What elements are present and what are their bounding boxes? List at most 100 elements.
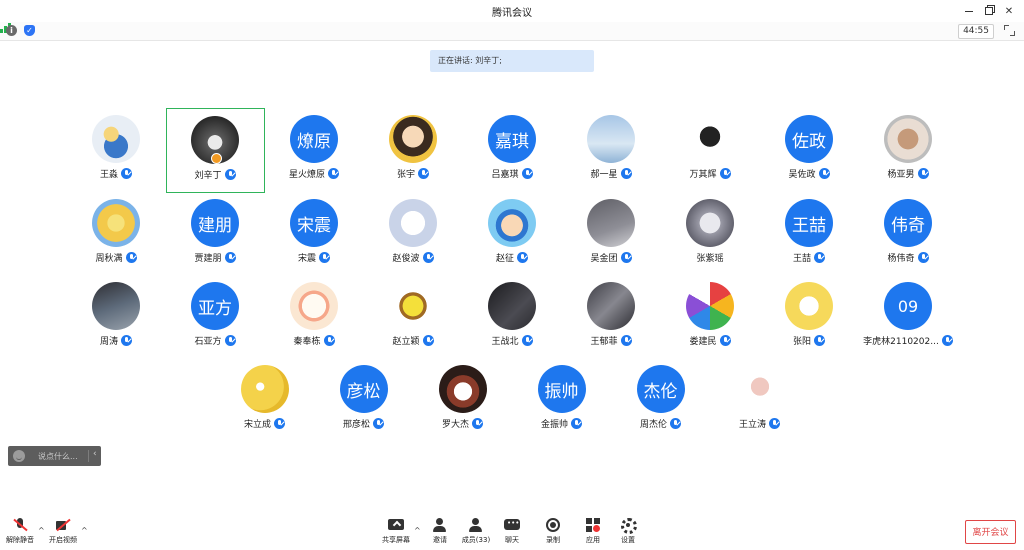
members-button[interactable]: 成员(33) [456, 518, 496, 548]
chat-quick-input[interactable]: 说点什么... ‹ [8, 446, 101, 466]
participant-tile[interactable]: 佐政 吴佐政 [760, 108, 859, 193]
participant-tile[interactable]: 彦松 邢彦松 [314, 358, 413, 443]
avatar: 嘉琪 [488, 115, 536, 163]
participant-tile[interactable]: 赵征 [463, 192, 562, 277]
participant-name: 张阳 [792, 337, 811, 347]
participant-tile[interactable]: 赵俊波 [364, 192, 463, 277]
participant-tile[interactable]: 振帅 金振帅 [512, 358, 611, 443]
avatar: 杰伦 [636, 365, 685, 413]
settings-button[interactable]: 设置 [608, 518, 648, 548]
participant-name: 金振帅 [540, 420, 568, 430]
participant-name: 王郁菲 [590, 337, 618, 347]
participant-tile[interactable]: 宋震 宋震 [265, 192, 364, 277]
participant-tile[interactable]: 王立涛 [710, 358, 809, 443]
invite-button[interactable]: 邀请 [420, 518, 460, 548]
participant-tile[interactable]: 杰伦 周杰伦 [611, 358, 710, 443]
participant-name: 王立涛 [738, 420, 766, 430]
participant-tile[interactable]: 王淼 [67, 108, 166, 193]
participant-tile[interactable]: 张阳 [760, 275, 859, 360]
participant-tile[interactable]: 娄建民 [661, 275, 760, 360]
participant-name: 刘辛丁 [194, 171, 222, 181]
chat-button[interactable]: 聊天 [492, 518, 532, 548]
leave-meeting-button[interactable]: 离开会议 [965, 520, 1016, 544]
participant-name: 周秋满 [95, 254, 123, 264]
participant-tile[interactable]: 万其辉 [661, 108, 760, 193]
participant-tile[interactable]: 宋立成 [215, 358, 314, 443]
participant-tile[interactable]: 亚方 石亚方 [166, 275, 265, 360]
participant-tile[interactable]: 09 李虎林2110202... [859, 275, 958, 360]
participant-name: 星火燎原 [288, 170, 325, 180]
microphone-icon [422, 252, 434, 263]
microphone-icon [472, 418, 483, 429]
participant-tile[interactable]: 郝一星 [562, 108, 661, 193]
avatar [884, 115, 932, 163]
chevron-left-icon[interactable]: ‹ [93, 449, 97, 459]
participant-tile[interactable]: 周秋满 [67, 192, 166, 277]
speaking-name: 刘辛丁; [475, 56, 502, 65]
participant-tile[interactable]: 燎原 星火燎原 [265, 108, 364, 193]
minimize-icon[interactable] [960, 2, 978, 20]
microphone-icon [941, 335, 953, 346]
divider [88, 450, 89, 462]
participant-tile[interactable]: 张紫瑶 [661, 192, 760, 277]
avatar [785, 282, 833, 330]
participant-tile[interactable]: 伟奇 杨伟奇 [859, 192, 958, 277]
settings-label: 设置 [621, 536, 635, 544]
start-video-button[interactable]: 开启视频 [43, 518, 83, 548]
participant-tile[interactable]: 秦奉栋 [265, 275, 364, 360]
avatar: 彦松 [339, 365, 388, 413]
apps-button[interactable]: 应用 [573, 518, 613, 548]
participant-tile[interactable]: 王喆 王喆 [760, 192, 859, 277]
bottom-toolbar: 解除静音 ^ 开启视频 ^ 共享屏幕 ^ 邀请 成员(33) 聊天 录制 应用 … [0, 512, 1024, 550]
microphone-icon [418, 168, 429, 179]
participant-tile[interactable]: 罗大杰 [413, 358, 512, 443]
record-button[interactable]: 录制 [533, 518, 573, 548]
share-screen-button[interactable]: 共享屏幕 [376, 518, 416, 548]
start-video-label: 开启视频 [49, 536, 77, 544]
participant-name: 万其辉 [689, 170, 717, 180]
microphone-icon [620, 335, 632, 346]
participant-name: 郝一星 [590, 170, 618, 180]
title-bar: 腾讯会议 ✕ [0, 0, 1024, 22]
participant-tile[interactable]: 王郁菲 [562, 275, 661, 360]
participant-tile[interactable]: 杨亚男 [859, 108, 958, 193]
window-title: 腾讯会议 [492, 8, 532, 19]
microphone-icon [422, 335, 434, 346]
participant-tile[interactable]: 张宇 [364, 108, 463, 193]
participant-name: 赵征 [495, 254, 514, 264]
avatar [438, 365, 487, 413]
participant-name: 宋震 [297, 254, 316, 264]
participant-row: 周秋满 建朋 贾建朋 宋震 宋震 赵俊波 赵征 吴金团 张紫瑶 王喆 王喆 伟奇… [0, 192, 1024, 277]
emoji-icon[interactable] [13, 450, 25, 462]
participant-tile[interactable]: 王战北 [463, 275, 562, 360]
chat-icon [504, 518, 520, 533]
participant-name: 李虎林2110202... [863, 337, 939, 347]
participant-tile[interactable]: 吴金团 [562, 192, 661, 277]
microphone-icon [521, 168, 533, 179]
maximize-icon[interactable] [980, 2, 998, 20]
avatar [686, 115, 734, 163]
participant-name: 张宇 [396, 170, 415, 180]
avatar [686, 199, 734, 247]
participant-tile[interactable]: 周涛 [67, 275, 166, 360]
shield-icon[interactable]: ✓ [24, 25, 35, 36]
microphone-muted-icon [12, 518, 28, 533]
participant-tile[interactable]: 赵立颖 [364, 275, 463, 360]
record-icon [545, 518, 561, 533]
unmute-button[interactable]: 解除静音 [0, 518, 40, 548]
microphone-icon [814, 252, 825, 263]
participant-tile[interactable]: 嘉琪 吕嘉琪 [463, 108, 562, 193]
avatar [587, 282, 635, 330]
microphone-icon [121, 335, 132, 346]
close-icon[interactable]: ✕ [1000, 2, 1018, 20]
info-icon[interactable]: i [6, 25, 17, 36]
camera-off-icon [55, 518, 71, 533]
participant-tile[interactable]: 建朋 贾建朋 [166, 192, 265, 277]
fullscreen-icon[interactable] [1003, 24, 1016, 37]
microphone-icon [121, 168, 132, 179]
microphone-icon [917, 168, 929, 179]
participant-tile-active-speaker[interactable]: 刘辛丁 [165, 108, 265, 193]
avatar: 振帅 [537, 365, 586, 413]
microphone-icon [818, 168, 830, 179]
chevron-up-icon[interactable]: ^ [81, 526, 88, 535]
